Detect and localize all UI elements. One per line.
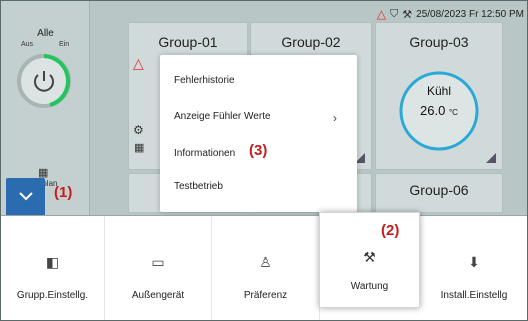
chevron-down-icon [18, 192, 33, 201]
all-label: Alle [37, 28, 54, 39]
bottom-toolbar: ◧ Grupp.Einstellg. ▭ Außengerät ♙ Präfer… [1, 215, 527, 320]
warning-icon[interactable]: △ [377, 7, 386, 21]
grid-icon: ▦ [134, 142, 145, 154]
group-name: Group-02 [281, 34, 341, 50]
tile-corner-icon [486, 153, 496, 163]
mode-label: Kühl [426, 84, 452, 98]
power-toggle[interactable] [14, 51, 74, 111]
maintenance-button[interactable]: ⚒ Wartung [319, 212, 420, 308]
on-label: Ein [59, 41, 70, 48]
status-bar: △ ⛉ ⚒ 25/08/2023 Fr 12:50 PM [90, 6, 524, 22]
install-settings-label: Install.Einstellg [440, 290, 508, 301]
maintenance-label: Wartung [350, 281, 389, 292]
group-settings-icon: ◧ [45, 254, 60, 270]
menu-item-information[interactable]: Informationen [174, 148, 235, 159]
group-tile-06[interactable]: Group-06 [375, 173, 503, 213]
datetime: 25/08/2023 Fr 12:50 PM [416, 8, 524, 20]
error-icon: △ [133, 55, 144, 71]
install-icon: ⬇ [468, 254, 480, 270]
menu-item-error-history[interactable]: Fehlerhistorie [174, 75, 235, 86]
outdoor-unit-button[interactable]: ▭ Außengerät [105, 216, 212, 320]
off-label: Aus [21, 41, 34, 48]
group-name: Group-01 [158, 34, 218, 50]
shield-icon: ⛉ [390, 7, 399, 20]
group-name: Group-03 [409, 34, 469, 50]
group-settings-button[interactable]: ◧ Grupp.Einstellg. [1, 216, 105, 320]
annotation-2: (2) [381, 222, 400, 239]
context-menu: Fehlerhistorie Anzeige Fühler Werte › In… [160, 55, 357, 212]
group-settings-label: Grupp.Einstellg. [16, 290, 89, 301]
install-settings-button[interactable]: ⬇ Install.Einstellg [421, 216, 527, 320]
annotation-1: (1) [54, 184, 73, 201]
maintenance-icon: ⚒ [402, 8, 413, 21]
preference-label: Präferenz [243, 290, 288, 301]
menu-item-sensor-values[interactable]: Anzeige Fühler Werte [174, 111, 271, 122]
preference-button[interactable]: ♙ Präferenz [212, 216, 320, 320]
settings-icon: ⚙ [133, 123, 144, 137]
menu-item-test-run[interactable]: Testbetrieb [174, 181, 223, 192]
maintenance-icon: ⚒ [363, 249, 376, 265]
user-icon: ♙ [259, 254, 272, 270]
temperature-value: 26.0 °C [420, 103, 458, 118]
collapse-button[interactable] [6, 178, 45, 215]
chevron-right-icon: › [333, 111, 337, 125]
group-name: Group-06 [409, 182, 469, 198]
outdoor-unit-label: Außengerät [131, 290, 185, 301]
outdoor-unit-icon: ▭ [151, 254, 165, 270]
annotation-3: (3) [249, 142, 268, 159]
